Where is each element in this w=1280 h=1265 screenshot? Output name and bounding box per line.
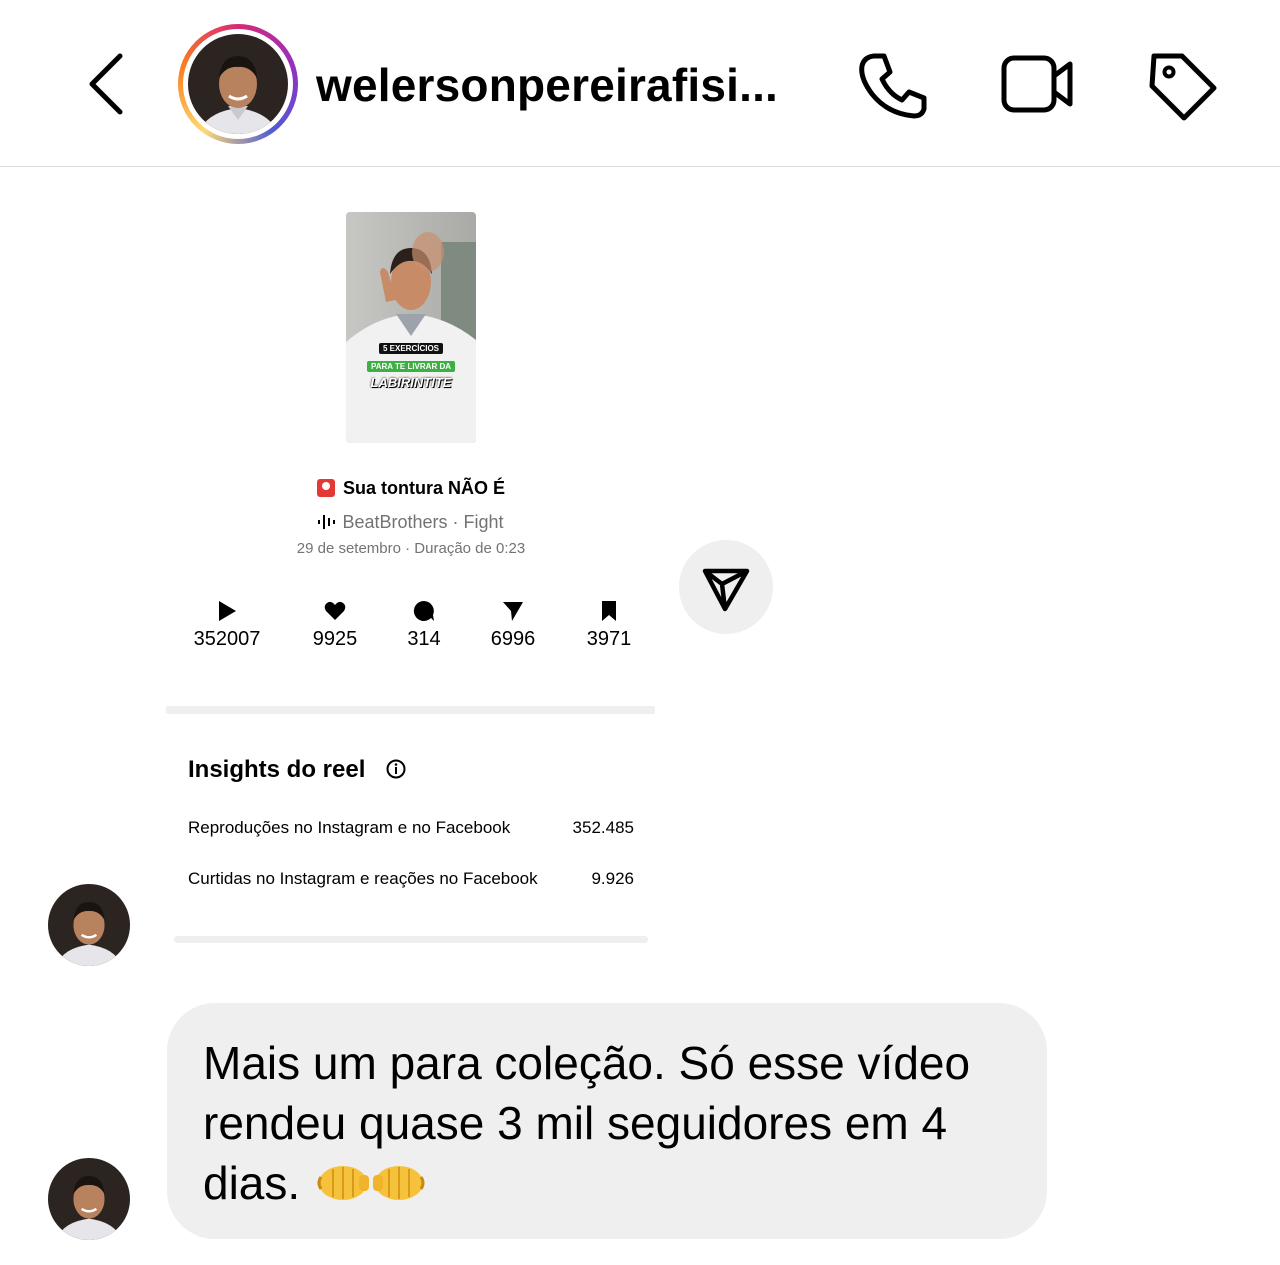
back-button[interactable] [82, 50, 132, 120]
thumbnail-caption-line1: 5 EXERCÍCIOS [378, 343, 443, 354]
insights-title: Insights do reel [188, 756, 366, 783]
comment-icon [413, 600, 434, 621]
section-divider [166, 706, 655, 714]
profile-avatar[interactable] [178, 24, 298, 144]
heart-icon [324, 601, 346, 620]
sender-photo [48, 884, 130, 966]
video-call-icon [1001, 55, 1073, 113]
forward-reel-button[interactable] [679, 540, 773, 634]
sender-avatar[interactable] [48, 1158, 130, 1240]
section-divider-bottom [174, 936, 648, 943]
chat-username[interactable]: welersonpereirafisi... [316, 58, 778, 112]
siren-icon [316, 479, 335, 497]
reel-title-text: Sua tontura NÃO É [342, 478, 505, 498]
message-bubble[interactable]: Mais um para coleção. Só esse vídeo rend… [167, 1003, 1047, 1239]
insight-likes-label: Curtidas no Instagram e reações no Faceb… [188, 869, 538, 888]
sender-avatar[interactable] [48, 884, 130, 966]
stat-shares: 6996 [458, 600, 568, 651]
reel-audio[interactable]: BeatBrothers · Fight [166, 512, 656, 533]
phone-icon [859, 53, 927, 119]
stat-plays: 352007 [172, 600, 282, 651]
saves-count: 3971 [586, 628, 632, 650]
message-text-wrapper: Mais um para coleção. Só esse vídeo rend… [203, 1033, 1023, 1213]
reel-audio-text: BeatBrothers · Fight [342, 512, 504, 532]
insight-plays-value: 352.485 [572, 818, 634, 837]
reel-title[interactable]: Sua tontura NÃO É [166, 478, 656, 499]
back-chevron-icon [89, 53, 123, 115]
reel-preview-image [346, 212, 476, 443]
info-icon[interactable] [386, 759, 406, 779]
audio-call-button[interactable] [852, 48, 932, 124]
stat-saves: 3971 [554, 600, 664, 651]
reel-date-duration: 29 de setembro · Duração de 0:23 [296, 540, 526, 557]
thumbnail-caption-line3: LABIRINTITE [370, 375, 452, 390]
profile-photo [188, 34, 288, 134]
shares-count: 6996 [490, 628, 536, 650]
sender-photo [48, 1158, 130, 1240]
insight-likes-value: 9.926 [591, 869, 634, 888]
tag-icon [1149, 53, 1217, 121]
send-icon [702, 568, 750, 612]
tag-button[interactable] [1144, 48, 1224, 124]
chat-header: welersonpereirafisi... [0, 0, 1280, 167]
reel-thumbnail[interactable]: 5 EXERCÍCIOS PARA TE LIVRAR DA LABIRINTI… [346, 212, 476, 443]
left-facing-fist-icon [317, 1166, 369, 1200]
thumbnail-caption-line2: PARA TE LIVRAR DA [367, 361, 455, 372]
audio-bars-icon [318, 515, 336, 529]
share-icon [503, 602, 523, 621]
bookmark-icon [602, 601, 616, 621]
thumbnail-caption: 5 EXERCÍCIOS PARA TE LIVRAR DA LABIRINTI… [346, 338, 476, 392]
video-call-button[interactable] [998, 48, 1078, 124]
play-icon [219, 601, 236, 621]
right-facing-fist-icon [372, 1166, 425, 1200]
plays-count: 352007 [193, 628, 261, 650]
insight-plays-label: Reproduções no Instagram e no Facebook [188, 818, 511, 837]
